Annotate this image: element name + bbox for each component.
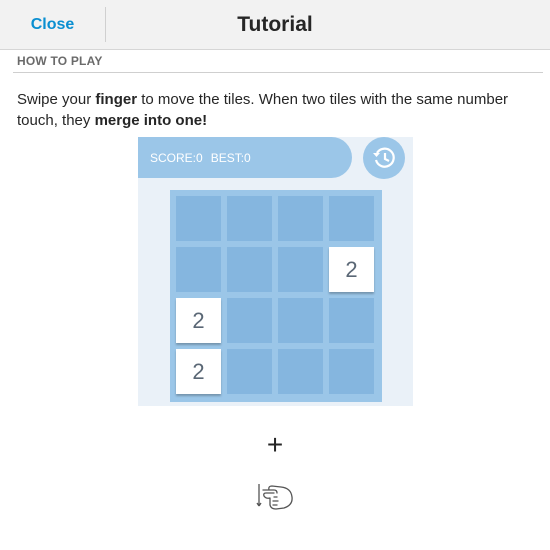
- best-label: BEST:0: [210, 150, 251, 165]
- swipe-hand-icon: [256, 484, 293, 510]
- board-tile: 2: [176, 349, 221, 394]
- close-button[interactable]: Close: [0, 0, 105, 49]
- board-cell: [278, 247, 323, 292]
- title-divider: [105, 7, 106, 42]
- history-clock-icon: [373, 147, 395, 168]
- section-divider: [13, 72, 543, 73]
- instructions-text: Swipe your finger to move the tiles. Whe…: [17, 89, 537, 131]
- instructions-part1: Swipe your: [17, 91, 96, 108]
- board-cell: [227, 247, 272, 292]
- board-cell: [278, 196, 323, 241]
- game-demo-panel: SCORE:0 BEST:0 2 2 2: [138, 137, 413, 406]
- instructions-bold2: merge into one!: [94, 112, 208, 129]
- title-bar: Close Tutorial: [0, 0, 550, 50]
- board-cell: [176, 196, 221, 241]
- history-button[interactable]: [363, 137, 405, 179]
- section-header: HOW TO PLAY: [17, 54, 103, 68]
- instructions-bold1: finger: [95, 91, 138, 108]
- board-cell: [329, 349, 374, 394]
- board-cell: [278, 298, 323, 343]
- score-bar: SCORE:0 BEST:0: [138, 137, 352, 178]
- plus-icon: +: [266, 429, 284, 460]
- score-label: SCORE:0: [150, 150, 203, 165]
- board-cell: [227, 298, 272, 343]
- board-cell: [329, 196, 374, 241]
- board-cell: [227, 349, 272, 394]
- board-cell: [176, 247, 221, 292]
- game-board[interactable]: 2 2 2: [170, 190, 382, 402]
- board-cell: [329, 298, 374, 343]
- board-tile: 2: [329, 247, 374, 292]
- board-cell: [278, 349, 323, 394]
- board-cell: [227, 196, 272, 241]
- board-tile: 2: [176, 298, 221, 343]
